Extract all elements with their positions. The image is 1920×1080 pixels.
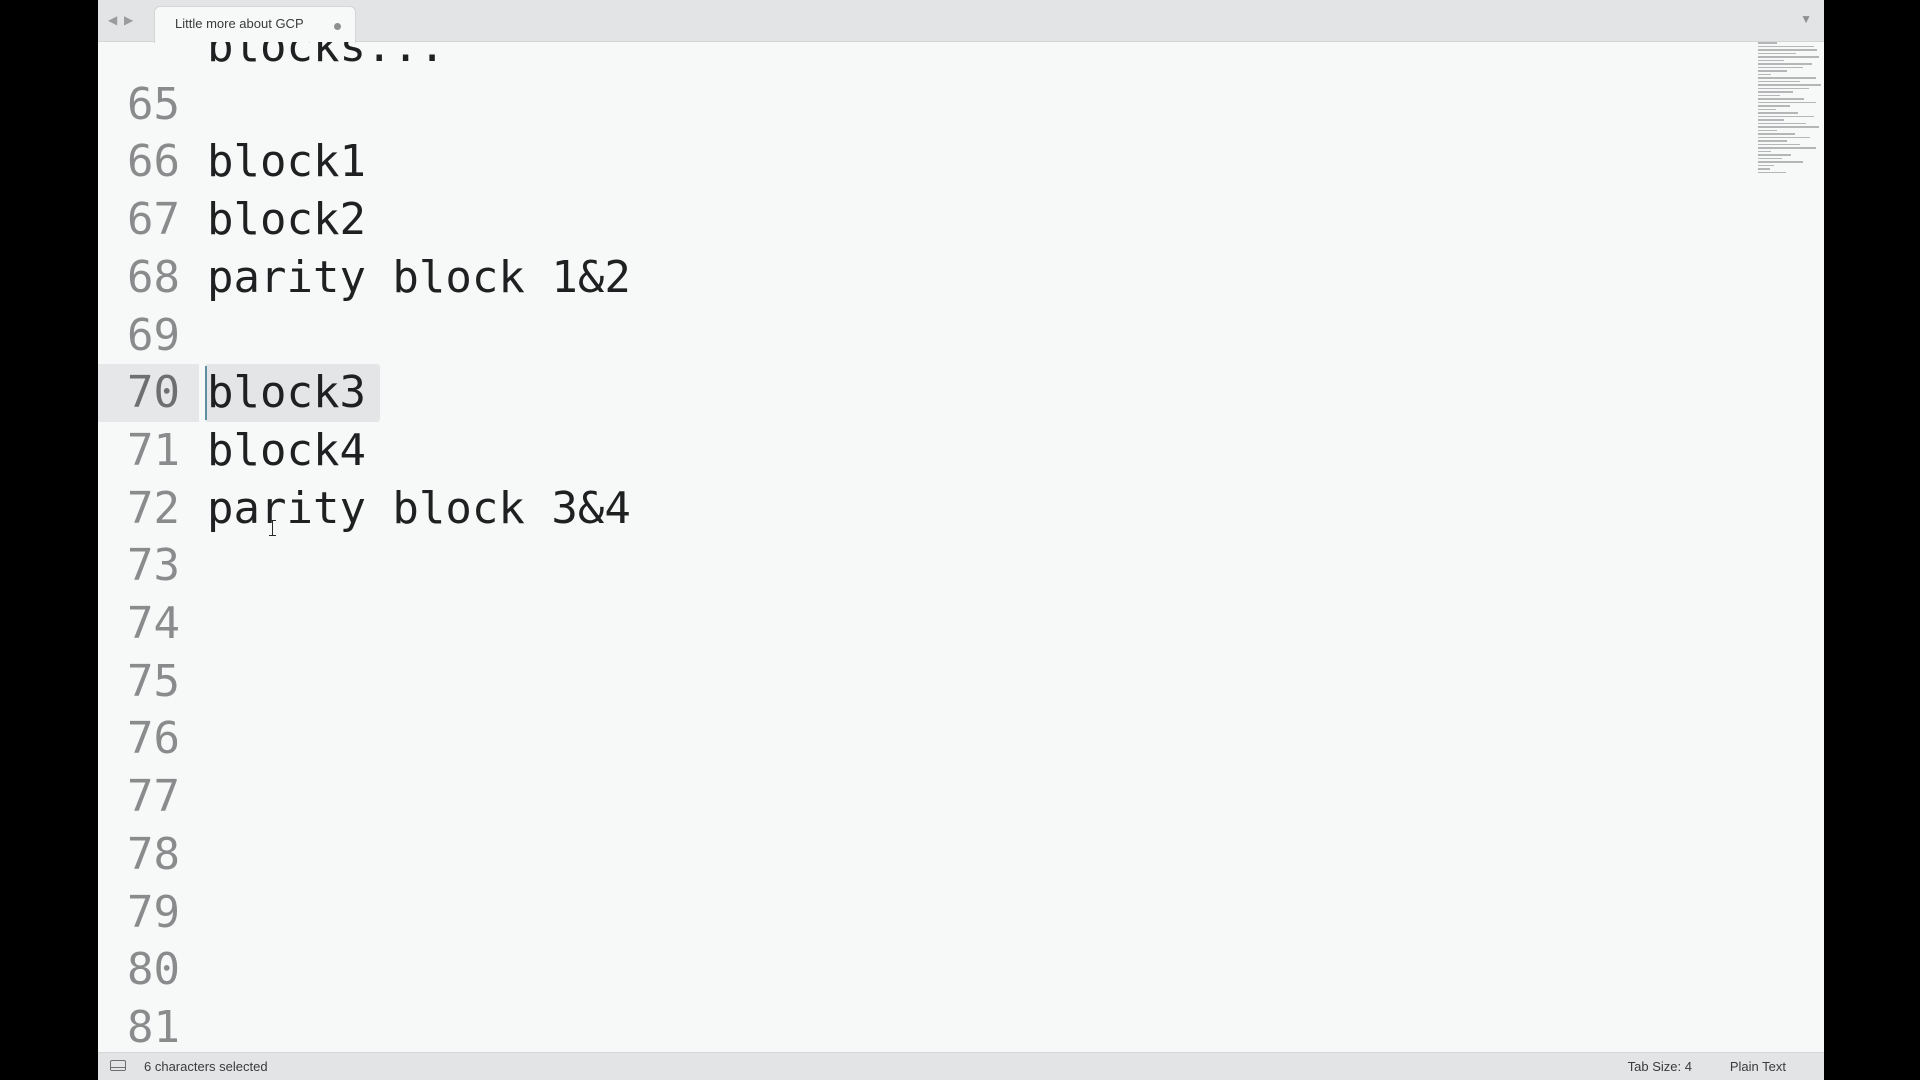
editor-line[interactable]: 71 block4	[98, 422, 1748, 480]
editor-line[interactable]: 76	[98, 710, 1748, 768]
line-number: 73	[127, 540, 180, 592]
line-text: blocks...	[207, 42, 446, 72]
minimap-line	[1758, 126, 1819, 128]
minimap-line	[1758, 133, 1796, 135]
line-number: 75	[127, 655, 180, 707]
minimap-line	[1758, 84, 1821, 86]
minimap-line	[1758, 168, 1770, 170]
line-number: 70	[127, 367, 180, 419]
minimap-line	[1758, 91, 1794, 93]
minimap-line	[1758, 143, 1801, 145]
chevron-right-icon[interactable]: ▶	[124, 12, 133, 28]
minimap-line	[1758, 147, 1816, 149]
minimap-line	[1758, 140, 1787, 142]
editor-line[interactable]: 68 parity block 1&2	[98, 249, 1748, 307]
minimap-line	[1758, 171, 1787, 173]
minimap-line	[1758, 161, 1803, 163]
tab-title: Little more about GCP	[175, 16, 304, 31]
editor-line[interactable]: 72 parity block 3&4	[98, 480, 1748, 538]
line-number: 77	[127, 771, 180, 823]
tab-file[interactable]: Little more about GCP	[154, 6, 356, 43]
chevron-left-icon[interactable]: ◀	[108, 12, 117, 28]
minimap-line	[1758, 42, 1778, 44]
text-cursor-icon	[268, 520, 277, 536]
minimap-line	[1758, 80, 1800, 82]
minimap-line	[1758, 115, 1815, 117]
minimap-line	[1758, 119, 1784, 121]
minimap-line	[1758, 98, 1805, 100]
line-number: 81	[127, 1001, 180, 1052]
minimap-line	[1758, 70, 1787, 72]
minimap-line	[1758, 105, 1790, 107]
selection-status: 6 characters selected	[144, 1059, 268, 1074]
line-number: 76	[127, 713, 180, 765]
line-text: block2	[207, 194, 366, 246]
editor-line[interactable]: 81	[98, 999, 1748, 1052]
minimap-line	[1758, 45, 1815, 47]
line-text: block1	[207, 136, 366, 188]
line-number: 71	[127, 424, 180, 476]
editor-line[interactable]: 70 block3	[98, 364, 1748, 422]
editor-line[interactable]: 65	[98, 76, 1748, 134]
line-number: 68	[127, 251, 180, 303]
editor-line[interactable]: 73	[98, 537, 1748, 595]
minimap-line	[1758, 73, 1771, 75]
line-number: 74	[127, 598, 180, 649]
minimap-line	[1758, 94, 1781, 96]
line-number: 78	[127, 828, 180, 880]
minimap[interactable]	[1758, 42, 1822, 232]
minimap-line	[1758, 136, 1811, 138]
unsaved-dot-icon[interactable]	[334, 23, 341, 30]
editor-line[interactable]: 78	[98, 826, 1748, 884]
editor-window: ◀ ▶ Little more about GCP ▼ blocks... 65 6…	[98, 0, 1824, 1080]
editor-line[interactable]: 80	[98, 941, 1748, 999]
chevron-down-icon[interactable]: ▼	[1800, 12, 1812, 26]
syntax-selector[interactable]: Plain Text	[1730, 1059, 1786, 1074]
minimap-line	[1758, 154, 1792, 156]
minimap-line	[1758, 52, 1797, 54]
status-bar: 6 characters selected Tab Size: 4 Plain …	[98, 1052, 1824, 1080]
minimap-line	[1758, 122, 1806, 124]
editor-line[interactable]: 75	[98, 653, 1748, 711]
line-number: 67	[127, 194, 180, 246]
tab-size-selector[interactable]: Tab Size: 4	[1628, 1059, 1692, 1074]
line-number: 79	[127, 886, 180, 938]
line-number: 65	[127, 78, 180, 130]
minimap-line	[1758, 150, 1771, 152]
minimap-line	[1758, 87, 1810, 89]
line-number: 80	[127, 944, 180, 996]
text-editor[interactable]: blocks... 65 66 block1 67 block2 68 parity bloc…	[98, 42, 1824, 1052]
line-number: 69	[127, 309, 180, 361]
editor-line[interactable]: 66 block1	[98, 133, 1748, 191]
tab-bar: ◀ ▶ Little more about GCP ▼	[98, 0, 1824, 43]
line-text: block4	[207, 424, 366, 476]
editor-line[interactable]: blocks...	[98, 42, 1748, 76]
line-number: 66	[127, 136, 180, 188]
minimap-line	[1758, 112, 1798, 114]
minimap-line	[1758, 108, 1776, 110]
line-number: 72	[127, 482, 180, 534]
minimap-line	[1758, 77, 1816, 79]
minimap-line	[1758, 164, 1774, 166]
editor-line[interactable]: 67 block2	[98, 191, 1748, 249]
editor-line[interactable]: 69	[98, 307, 1748, 365]
caret	[205, 366, 207, 421]
line-text: parity block 1&2	[207, 251, 631, 303]
line-text: block3	[207, 367, 366, 419]
minimap-line	[1758, 129, 1778, 131]
editor-line[interactable]: 79	[98, 884, 1748, 942]
minimap-line	[1758, 157, 1783, 159]
minimap-line	[1758, 56, 1819, 58]
panel-toggle-icon[interactable]	[110, 1060, 126, 1071]
editor-line[interactable]: 74	[98, 595, 1748, 653]
minimap-line	[1758, 101, 1816, 103]
minimap-line	[1758, 49, 1817, 51]
minimap-line	[1758, 66, 1803, 68]
minimap-line	[1758, 59, 1784, 61]
minimap-line	[1758, 63, 1813, 65]
editor-line[interactable]: 77	[98, 768, 1748, 826]
